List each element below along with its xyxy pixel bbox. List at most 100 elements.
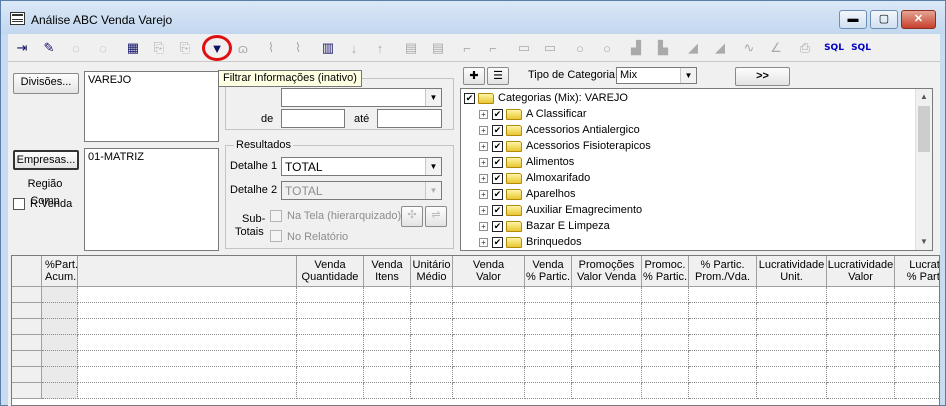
expand-plus-icon[interactable]: + xyxy=(479,157,488,167)
grid-cell[interactable] xyxy=(572,287,642,303)
grid-cell[interactable] xyxy=(689,319,757,335)
checkbox-checked[interactable]: ✔ xyxy=(492,204,503,216)
grid-cell[interactable] xyxy=(827,319,895,335)
grid-cell[interactable] xyxy=(411,351,453,367)
checkbox-checked[interactable]: ✔ xyxy=(492,140,503,152)
no-relatorio-checkbox[interactable] xyxy=(270,230,282,242)
grid-cell[interactable] xyxy=(642,287,689,303)
bars2-icon[interactable]: ▙ xyxy=(652,37,674,59)
area-icon[interactable]: ◢ xyxy=(682,37,704,59)
grid-cell[interactable] xyxy=(827,383,895,399)
maximize-button[interactable]: ▢ xyxy=(870,10,898,29)
checkbox-checked[interactable]: ✔ xyxy=(492,108,503,120)
divisoes-list[interactable]: VAREJO xyxy=(84,71,219,142)
grid-cell[interactable] xyxy=(297,335,364,351)
circle-icon[interactable]: ○ xyxy=(569,37,591,59)
grid-cell[interactable] xyxy=(42,319,78,335)
grid-cell[interactable] xyxy=(757,287,827,303)
grid-cell[interactable] xyxy=(642,303,689,319)
scroll-up-icon[interactable]: ▲ xyxy=(916,89,932,105)
grid-cell[interactable] xyxy=(364,351,411,367)
tree-item[interactable]: + ✔ Brinquedos xyxy=(479,234,582,250)
grid-cell[interactable] xyxy=(78,335,297,351)
grid-cell[interactable] xyxy=(42,351,78,367)
undo-icon[interactable]: ◌ xyxy=(65,37,87,59)
grid-cell[interactable] xyxy=(642,335,689,351)
grid-cell[interactable] xyxy=(895,303,939,319)
angle-icon[interactable]: ∠ xyxy=(765,37,787,59)
grid-cell[interactable] xyxy=(642,351,689,367)
grid-row-indicator[interactable] xyxy=(12,287,42,303)
grid-cell[interactable] xyxy=(411,303,453,319)
grid-cell[interactable] xyxy=(453,303,525,319)
na-tela-checkbox[interactable] xyxy=(270,210,282,222)
title-bar[interactable]: Análise ABC Venda Varejo ▬ ▢ ✕ xyxy=(1,1,945,34)
tree-add-icon[interactable]: ✚ xyxy=(463,67,485,85)
grid-cell[interactable] xyxy=(297,351,364,367)
scroll-down-icon[interactable]: ▼ xyxy=(916,234,932,250)
grid-column-header[interactable]: Lucratividade Valor xyxy=(827,256,895,287)
grid-column-header[interactable]: Lucratividade Unit. xyxy=(757,256,827,287)
chart-line2-icon[interactable]: ⌇ xyxy=(287,37,309,59)
grid-cell[interactable] xyxy=(642,367,689,383)
checkbox-checked[interactable]: ✔ xyxy=(492,172,503,184)
chevron-down-icon[interactable]: ▼ xyxy=(680,68,696,83)
expand-plus-icon[interactable]: + xyxy=(479,189,488,199)
grid-cell[interactable] xyxy=(827,335,895,351)
grid-cell[interactable] xyxy=(827,351,895,367)
grid-row-indicator[interactable] xyxy=(12,351,42,367)
grid-cell[interactable] xyxy=(78,351,297,367)
wave-icon[interactable]: ∿ xyxy=(738,37,760,59)
grid-corner-header[interactable] xyxy=(12,256,42,287)
exit-icon[interactable]: ⇥ xyxy=(11,37,33,59)
divisoes-button[interactable]: Divisões... xyxy=(13,73,79,94)
collapse-icon[interactable]: ⇌ xyxy=(425,206,447,227)
regiao-comp-button[interactable]: Região Comp xyxy=(11,175,79,207)
minimize-button[interactable]: ▬ xyxy=(839,10,867,29)
grid-cell[interactable] xyxy=(525,287,572,303)
grid-cell[interactable] xyxy=(757,335,827,351)
report-icon[interactable]: ▤ xyxy=(400,37,422,59)
grid-cell[interactable] xyxy=(572,303,642,319)
grid-cell[interactable] xyxy=(827,303,895,319)
grid-cell[interactable] xyxy=(572,351,642,367)
sql-icon[interactable]: SQL xyxy=(823,37,845,59)
more-button[interactable]: >> xyxy=(735,67,790,86)
grid-column-header[interactable]: Venda Quantidade xyxy=(297,256,364,287)
tree-scrollbar[interactable]: ▲ ▼ xyxy=(915,89,932,250)
corner2-icon[interactable]: ⌐ xyxy=(482,37,504,59)
grid-cell[interactable] xyxy=(757,319,827,335)
grid-row-indicator[interactable] xyxy=(12,335,42,351)
grid-cell[interactable] xyxy=(895,319,939,335)
tree-item[interactable]: + ✔ Acessorios Fisioterapicos xyxy=(479,138,651,154)
checkbox-checked[interactable]: ✔ xyxy=(492,156,503,168)
grid-cell[interactable] xyxy=(297,319,364,335)
binoculars-icon[interactable]: ɷ xyxy=(232,37,254,59)
tree-list-icon[interactable]: ☰ xyxy=(487,67,509,85)
grid-cell[interactable] xyxy=(411,319,453,335)
scroll-thumb[interactable] xyxy=(918,106,930,152)
grid-table-icon[interactable]: ▦ xyxy=(122,37,144,59)
grid-column-header[interactable]: Venda Valor xyxy=(453,256,525,287)
expand-plus-icon[interactable]: + xyxy=(479,221,488,231)
grid-cell[interactable] xyxy=(689,383,757,399)
category-tree[interactable]: ✔ Categorias (Mix): VAREJO + ✔ A Classif… xyxy=(460,88,933,251)
grid-cell[interactable] xyxy=(453,367,525,383)
grid-cell[interactable] xyxy=(572,335,642,351)
expand-icon[interactable]: ✣ xyxy=(401,206,423,227)
grid-cell[interactable] xyxy=(297,383,364,399)
grid-column-header[interactable]: %Part. Acum. xyxy=(42,256,78,287)
eraser-icon[interactable]: ✎ xyxy=(38,37,60,59)
grid-cell[interactable] xyxy=(364,319,411,335)
grid-cell[interactable] xyxy=(411,383,453,399)
chevron-down-icon[interactable]: ▼ xyxy=(425,182,441,199)
grid-cell[interactable] xyxy=(297,367,364,383)
grid-cell[interactable] xyxy=(757,303,827,319)
export-icon[interactable]: ⎘ xyxy=(148,37,170,59)
grid-cell[interactable] xyxy=(689,367,757,383)
grid-cell[interactable] xyxy=(78,367,297,383)
grid-cell[interactable] xyxy=(525,367,572,383)
export2-icon[interactable]: ⎘ xyxy=(174,37,196,59)
grid-cell[interactable] xyxy=(42,383,78,399)
expand-plus-icon[interactable]: + xyxy=(479,205,488,215)
